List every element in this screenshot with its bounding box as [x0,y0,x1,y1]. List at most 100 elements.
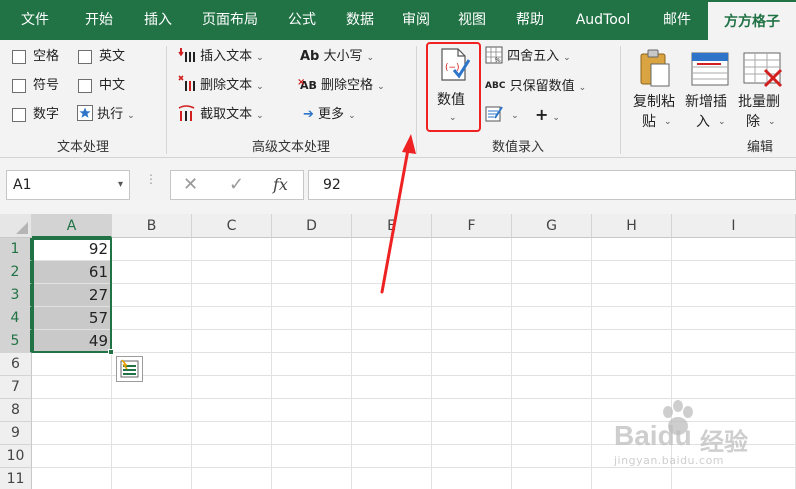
cell-b8[interactable] [112,399,192,422]
cell-b1[interactable] [112,238,192,261]
cell-i8[interactable] [672,399,796,422]
tab-data[interactable]: 数据 [332,0,388,40]
cell-i4[interactable] [672,307,796,330]
tab-home[interactable]: 开始 [70,0,128,40]
cell-h8[interactable] [592,399,672,422]
cell-i11[interactable] [672,468,796,489]
checkbox-chinese[interactable] [78,79,92,93]
cell-c11[interactable] [192,468,272,489]
cell-c2[interactable] [192,261,272,284]
cell-f4[interactable] [432,307,512,330]
cell-a7[interactable] [32,376,112,399]
quick-analysis-button[interactable] [116,356,143,382]
tab-audtool[interactable]: AudTool [560,0,646,40]
chevron-down-icon[interactable]: ▾ [118,171,123,199]
cell-i3[interactable] [672,284,796,307]
form-tool-button[interactable]: ⌄ [485,103,519,127]
tab-review[interactable]: 审阅 [390,0,442,40]
row-header-10[interactable]: 10 [0,445,32,468]
batch-delete-button[interactable]: 批量删 除 ⌄ [738,44,788,132]
column-header-a[interactable]: A [32,214,112,238]
cell-h1[interactable] [592,238,672,261]
cell-h11[interactable] [592,468,672,489]
delete-spaces-button[interactable]: AB × 删除空格 ⌄ [297,74,385,98]
cell-d7[interactable] [272,376,352,399]
cell-e7[interactable] [352,376,432,399]
cell-d6[interactable] [272,353,352,376]
tab-page-layout[interactable]: 页面布局 [190,0,270,40]
cell-c4[interactable] [192,307,272,330]
cell-e5[interactable] [352,330,432,353]
cell-d4[interactable] [272,307,352,330]
cell-e8[interactable] [352,399,432,422]
insert-text-button[interactable]: 插入文本 ⌄ [178,45,264,69]
cell-i7[interactable] [672,376,796,399]
cell-a2[interactable]: 61 [32,261,112,284]
cell-d2[interactable] [272,261,352,284]
cell-b3[interactable] [112,284,192,307]
cell-f6[interactable] [432,353,512,376]
name-box[interactable]: A1 ▾ [6,170,130,200]
cell-f11[interactable] [432,468,512,489]
cell-h9[interactable] [592,422,672,445]
row-header-7[interactable]: 7 [0,376,32,399]
cell-h7[interactable] [592,376,672,399]
cell-c7[interactable] [192,376,272,399]
cell-h6[interactable] [592,353,672,376]
cell-c5[interactable] [192,330,272,353]
insert-function-icon[interactable]: fx [273,175,288,194]
round-button[interactable]: % 四舍五入 ⌄ [485,45,571,69]
cell-h10[interactable] [592,445,672,468]
row-header-5[interactable]: 5 [0,330,32,353]
column-header-c[interactable]: C [192,214,272,238]
cell-e1[interactable] [352,238,432,261]
cell-f10[interactable] [432,445,512,468]
cell-h5[interactable] [592,330,672,353]
cell-g2[interactable] [512,261,592,284]
checkbox-symbol[interactable] [12,79,26,93]
cell-d9[interactable] [272,422,352,445]
cell-f7[interactable] [432,376,512,399]
cell-a5[interactable]: 49 [32,330,112,353]
cell-e11[interactable] [352,468,432,489]
cell-g9[interactable] [512,422,592,445]
cell-b5[interactable] [112,330,192,353]
checkbox-english[interactable] [78,50,92,64]
cell-f8[interactable] [432,399,512,422]
delete-text-button[interactable]: 删除文本 ⌄ [178,74,264,98]
cell-a9[interactable] [32,422,112,445]
row-header-2[interactable]: 2 [0,261,32,284]
cell-b10[interactable] [112,445,192,468]
cell-c10[interactable] [192,445,272,468]
fill-handle[interactable] [108,349,114,355]
select-all-corner[interactable] [0,214,32,238]
cell-c3[interactable] [192,284,272,307]
row-header-6[interactable]: 6 [0,353,32,376]
cell-b11[interactable] [112,468,192,489]
cell-d3[interactable] [272,284,352,307]
checkbox-space[interactable] [12,50,26,64]
row-header-4[interactable]: 4 [0,307,32,330]
add-insert-button[interactable]: 新增插 入 ⌄ [684,44,734,132]
cell-a6[interactable] [32,353,112,376]
tab-file[interactable]: 文件 [4,0,66,40]
row-header-3[interactable]: 3 [0,284,32,307]
checkbox-number[interactable] [12,108,26,122]
column-header-e[interactable]: E [352,214,432,238]
cell-b4[interactable] [112,307,192,330]
column-header-g[interactable]: G [512,214,592,238]
cell-g4[interactable] [512,307,592,330]
cut-text-button[interactable]: 截取文本 ⌄ [178,103,264,127]
drag-handle-icon[interactable]: ⋮ [145,173,157,185]
cell-g7[interactable] [512,376,592,399]
cell-g3[interactable] [512,284,592,307]
tab-formulas[interactable]: 公式 [274,0,330,40]
cell-g11[interactable] [512,468,592,489]
cell-e2[interactable] [352,261,432,284]
cell-c8[interactable] [192,399,272,422]
cell-g10[interactable] [512,445,592,468]
cell-b2[interactable] [112,261,192,284]
cell-a10[interactable] [32,445,112,468]
cell-d11[interactable] [272,468,352,489]
cell-b9[interactable] [112,422,192,445]
